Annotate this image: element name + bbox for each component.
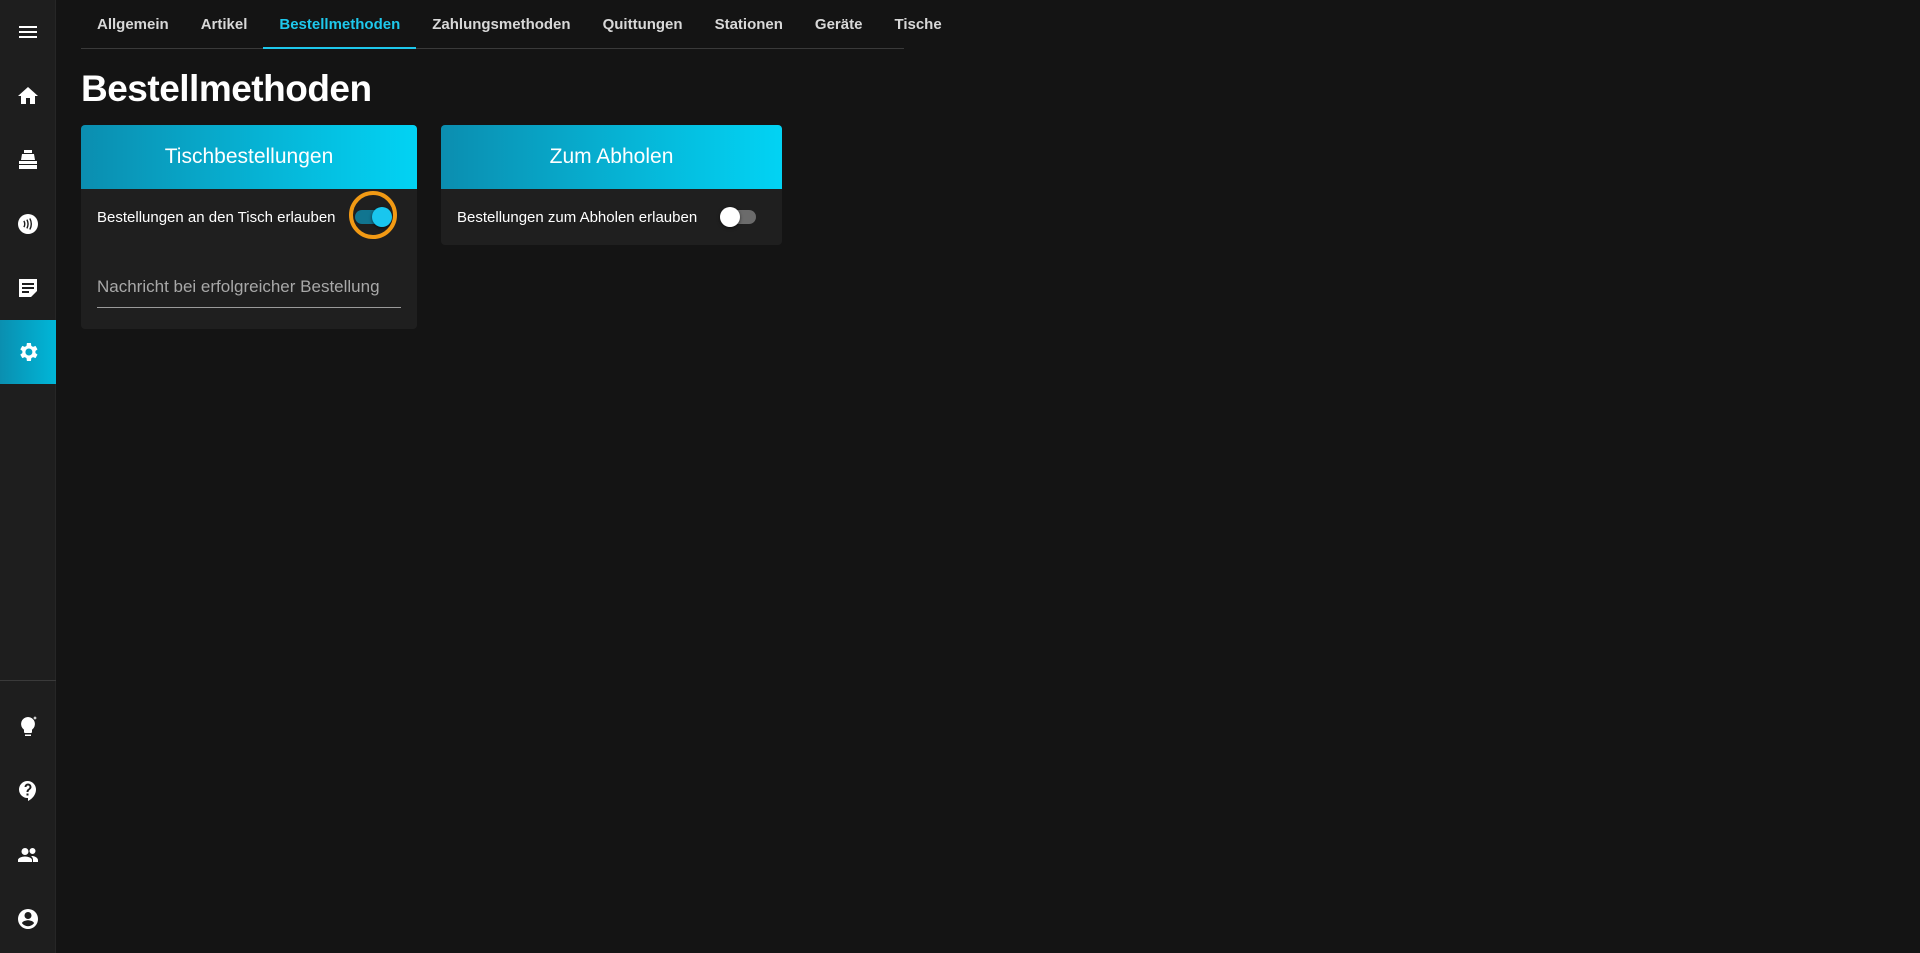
users-icon [18,848,38,862]
pickup-toggle[interactable] [720,207,756,227]
pickup-toggle-row: Bestellungen zum Abholen erlauben [441,189,782,245]
success-message-input[interactable] [97,277,401,297]
menu-button[interactable] [0,0,56,64]
sidebar-item-contactless[interactable] [0,192,56,256]
pickup-card-title: Zum Abholen [441,125,782,189]
contactless-icon [18,214,38,234]
sidebar-item-account[interactable] [0,887,56,951]
account-icon [18,909,38,929]
sidebar-item-cash-register[interactable] [0,128,56,192]
sidebar-item-users[interactable] [0,823,56,887]
table-orders-toggle-row: Bestellungen an den Tisch erlauben [81,189,417,245]
tab-bestellmethoden[interactable]: Bestellmethoden [263,0,417,49]
sidebar [0,0,56,953]
help-icon [19,781,36,801]
sidebar-divider [0,680,56,681]
tab-artikel[interactable]: Artikel [185,0,264,48]
sidebar-item-orders[interactable] [0,256,56,320]
toggle-knob [372,207,392,227]
settings-tabs: Allgemein Artikel Bestellmethoden Zahlun… [81,0,942,49]
tab-zahlungsmethoden[interactable]: Zahlungsmethoden [416,0,586,48]
table-orders-toggle[interactable] [355,207,392,227]
app-root: Allgemein Artikel Bestellmethoden Zahlun… [0,0,1920,953]
home-icon [18,87,38,104]
sidebar-item-tips[interactable] [0,695,56,759]
cash-register-icon [19,150,37,169]
tab-stationen[interactable]: Stationen [699,0,799,48]
sidebar-item-settings[interactable] [0,320,56,384]
menu-icon [19,26,37,38]
notes-icon [19,279,37,297]
settings-icon [20,343,38,361]
success-message-field[interactable] [97,253,401,308]
lightbulb-icon [21,716,37,736]
pickup-card: Zum Abholen Bestellungen zum Abholen erl… [441,125,782,245]
table-orders-card-title: Tischbestellungen [81,125,417,189]
tab-quittungen[interactable]: Quittungen [587,0,699,48]
table-orders-toggle-label: Bestellungen an den Tisch erlauben [97,208,336,226]
toggle-knob [720,207,740,227]
sidebar-item-home[interactable] [0,64,56,128]
tab-geraete[interactable]: Geräte [799,0,879,48]
tab-tische[interactable]: Tische [878,0,957,48]
pickup-toggle-label: Bestellungen zum Abholen erlauben [457,208,698,226]
tab-allgemein[interactable]: Allgemein [81,0,185,48]
table-orders-card: Tischbestellungen Bestellungen an den Ti… [81,125,417,329]
sidebar-item-help[interactable] [0,759,56,823]
page-title: Bestellmethoden [81,68,372,109]
